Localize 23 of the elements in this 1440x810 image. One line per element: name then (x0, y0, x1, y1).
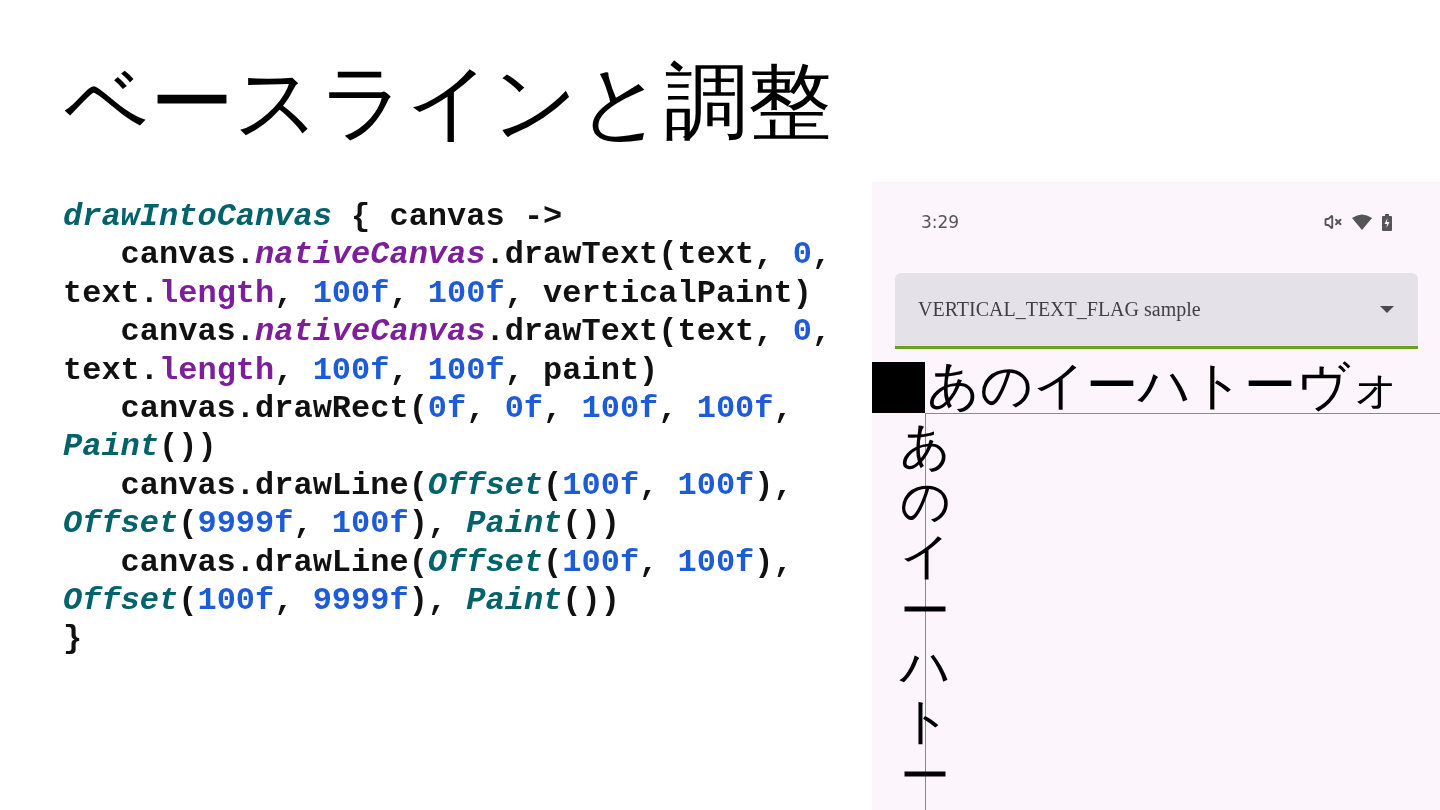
code-line: } (63, 620, 83, 659)
code-line: Offset(100f, 9999f), Paint()) (63, 582, 620, 621)
code-line: canvas.drawLine(Offset(100f, 100f), (120, 466, 793, 506)
code-line: canvas.nativeCanvas.drawText(text, 0, (120, 236, 832, 275)
wifi-icon (1352, 214, 1372, 230)
dropdown[interactable]: VERTICAL_TEXT_FLAG sample (895, 273, 1418, 349)
horizontal-text: あのイーハトーヴォ (927, 354, 1402, 417)
caret-icon (1380, 306, 1394, 313)
status-time: 3:29 (921, 212, 960, 232)
battery-icon (1382, 213, 1392, 231)
code-line: text.length, 100f, 100f, verticalPaint) (63, 274, 812, 314)
filled-square (872, 362, 925, 413)
vertical-text: あのイーハトー (900, 419, 950, 804)
code-line: drawIntoCanvas { canvas -> (63, 198, 563, 237)
code-line: Offset(9999f, 100f), Paint()) (63, 505, 620, 544)
code-line: canvas.drawLine(Offset(100f, 100f), (120, 543, 793, 583)
slide-title: ベースラインと調整 (63, 52, 832, 153)
mute-icon (1324, 213, 1342, 231)
code-line: Paint()) (63, 428, 217, 467)
code-line: canvas.nativeCanvas.drawText(text, 0, (120, 313, 832, 352)
code-line: canvas.drawRect(0f, 0f, 100f, 100f, (120, 390, 793, 429)
dropdown-value: VERTICAL_TEXT_FLAG sample (918, 298, 1201, 321)
code-line: text.length, 100f, 100f, paint) (63, 351, 659, 391)
